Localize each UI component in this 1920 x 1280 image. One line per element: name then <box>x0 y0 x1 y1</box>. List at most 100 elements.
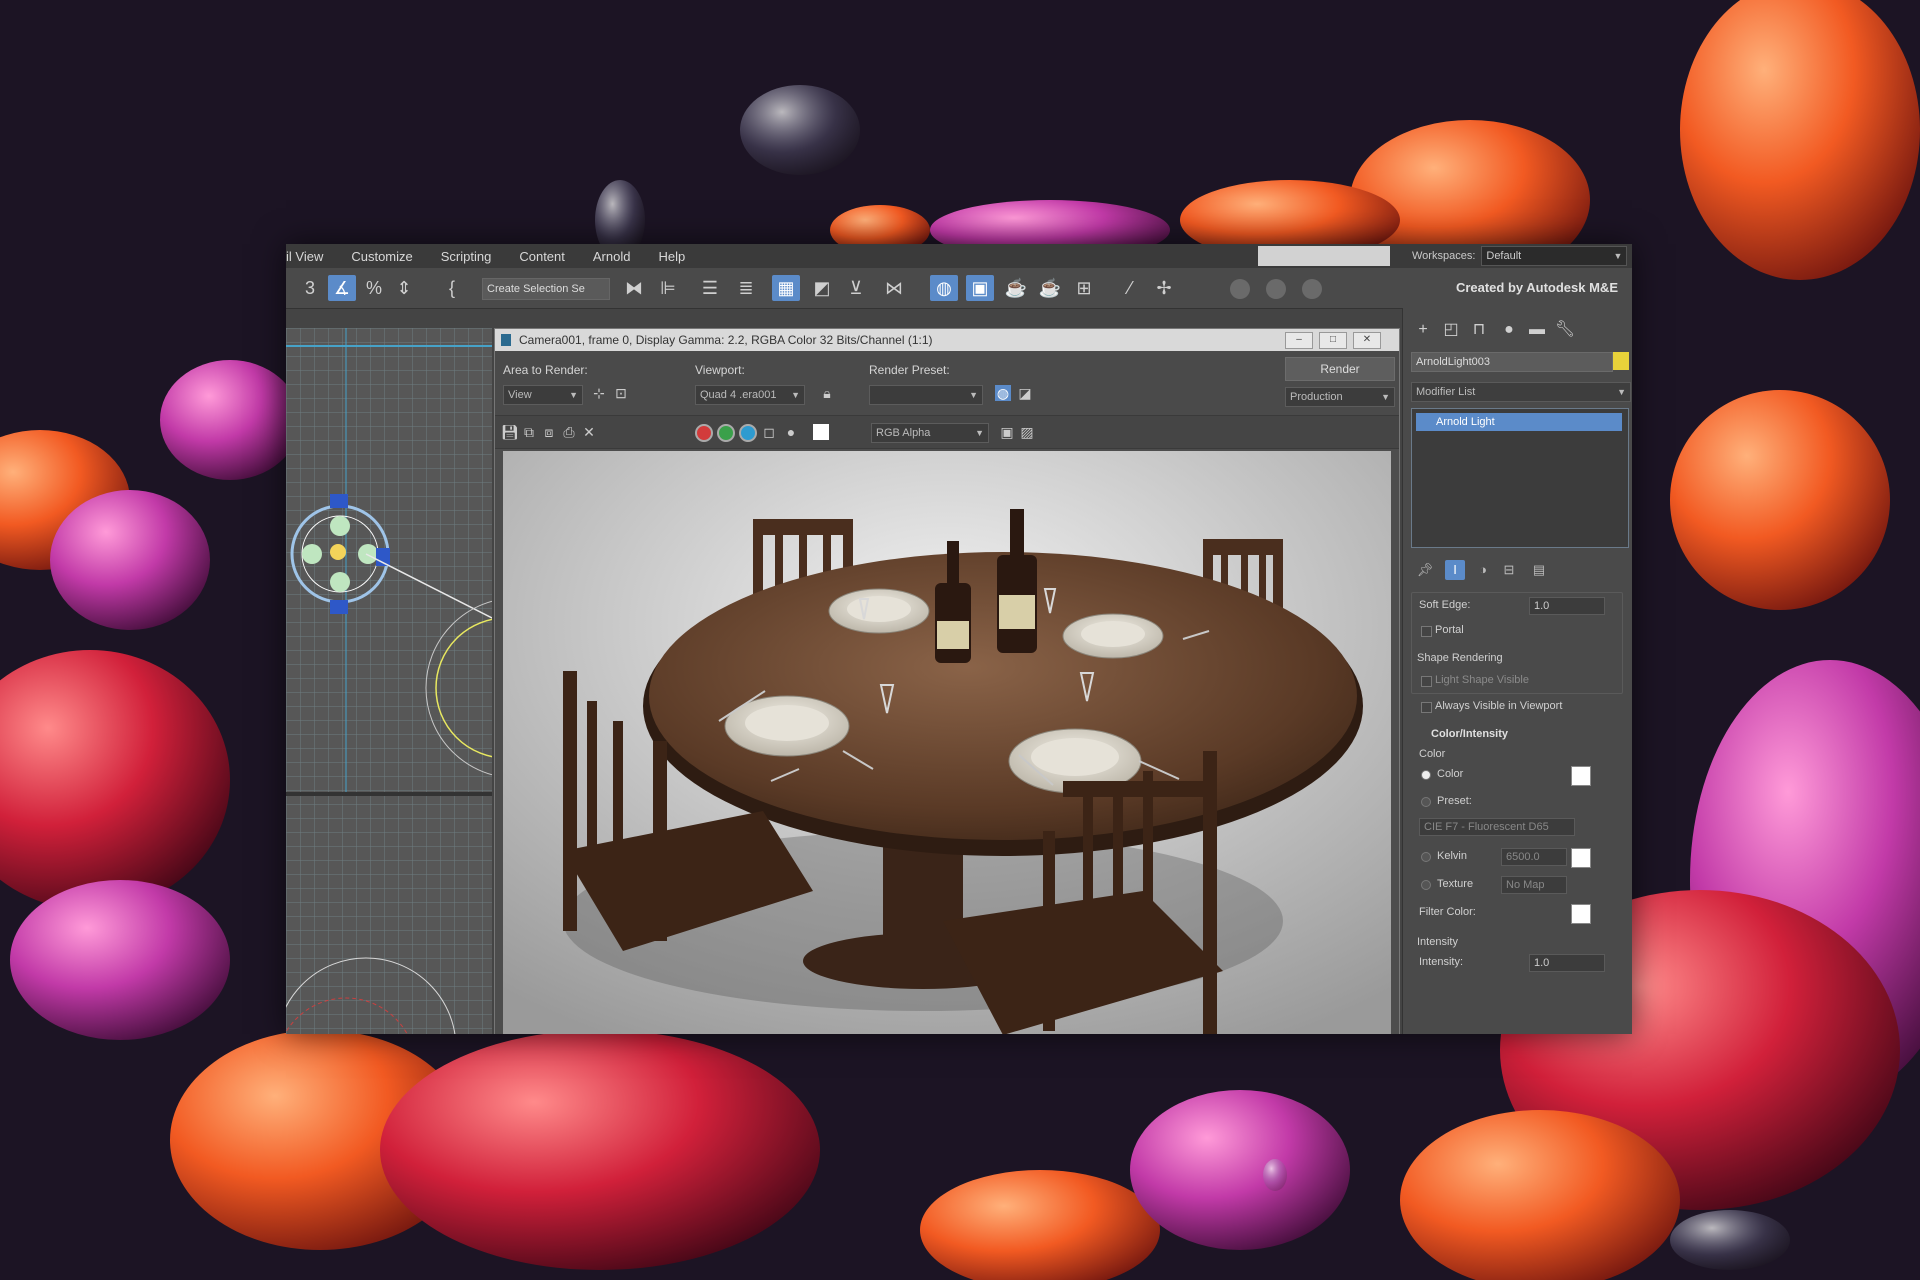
auto-region-icon[interactable]: ⊡ <box>613 385 629 401</box>
texture-option-label: Texture <box>1437 878 1474 890</box>
menu-arnold[interactable]: Arnold <box>579 249 645 264</box>
alpha-channel-icon[interactable]: ◻ <box>761 424 777 440</box>
clear-icon[interactable]: ✕ <box>581 424 597 440</box>
stack-item-arnold-light[interactable]: Arnold Light <box>1416 413 1622 431</box>
configure-sets-icon[interactable]: ▤ <box>1529 560 1549 580</box>
environment-icon[interactable]: ◪ <box>1017 385 1033 401</box>
save-icon[interactable]: 💾︎ <box>501 424 519 440</box>
print-icon[interactable]: ⎙ <box>561 424 577 440</box>
texture-radio[interactable] <box>1421 880 1431 890</box>
preset-radio[interactable] <box>1421 797 1431 807</box>
show-end-result-icon[interactable]: I <box>1445 560 1465 580</box>
filter-color-swatch[interactable] <box>1571 904 1591 924</box>
curve-editor-icon[interactable]: ◩ <box>808 275 836 301</box>
render-button[interactable]: Render <box>1285 357 1395 381</box>
scene-explorer-icon[interactable]: ☰ <box>696 275 724 301</box>
menu-scripting[interactable]: Scripting <box>427 249 506 264</box>
lock-icon[interactable]: 🔒︎ <box>819 385 835 401</box>
disabled-tool-icon <box>1302 279 1322 299</box>
render-settings-bar: Area to Render: View ▼ ⊹ ⊡ Viewport: Qua… <box>495 351 1399 415</box>
selection-set-dropdown[interactable]: Create Selection Se <box>482 278 610 300</box>
close-button[interactable]: ✕ <box>1353 332 1381 349</box>
color-swatch[interactable] <box>1571 766 1591 786</box>
production-dropdown[interactable]: Production ▼ <box>1285 387 1395 407</box>
red-channel-icon[interactable] <box>695 424 713 442</box>
menu-view[interactable]: il View <box>286 249 337 264</box>
green-channel-icon[interactable] <box>717 424 735 442</box>
motion-tab-icon[interactable]: ● <box>1497 318 1521 342</box>
texture-value: No Map <box>1506 879 1545 891</box>
channel-dropdown[interactable]: RGB Alpha ▼ <box>871 423 989 443</box>
angle-snap-icon[interactable]: ∡ <box>328 275 356 301</box>
light-shape-visible-label: Light Shape Visible <box>1435 674 1529 686</box>
menu-help[interactable]: Help <box>644 249 699 264</box>
always-visible-checkbox[interactable] <box>1421 702 1432 713</box>
area-to-render-dropdown[interactable]: View ▼ <box>503 385 583 405</box>
kelvin-radio[interactable] <box>1421 852 1431 862</box>
soft-edge-spinner[interactable]: 1.0 <box>1529 597 1605 615</box>
render-setup-icon[interactable]: ▣ <box>966 275 994 301</box>
portal-checkbox[interactable] <box>1421 626 1432 637</box>
search-box[interactable] <box>1258 246 1390 266</box>
white-swatch-icon[interactable] <box>813 424 829 440</box>
hierarchy-tab-icon[interactable]: ⊓ <box>1467 318 1491 342</box>
spinner-snap-icon[interactable]: ⇕ <box>390 275 418 301</box>
chevron-down-icon: ▼ <box>969 390 978 400</box>
ribbon-icon[interactable]: ▦ <box>772 275 800 301</box>
menu-customize[interactable]: Customize <box>337 249 426 264</box>
make-unique-icon[interactable]: ◑ <box>1473 560 1493 580</box>
render-preset-dropdown[interactable]: ▼ <box>869 385 983 405</box>
texture-map-button[interactable]: No Map <box>1501 876 1567 894</box>
object-name-field[interactable]: ArnoldLight003 <box>1411 352 1613 372</box>
layer-explorer-icon[interactable]: ≣ <box>732 275 760 301</box>
link-icon[interactable]: ⁄ <box>1116 275 1144 301</box>
edit-region-icon[interactable]: ⊹ <box>591 385 607 401</box>
render-window-titlebar[interactable]: Camera001, frame 0, Display Gamma: 2.2, … <box>495 329 1399 351</box>
modify-tab-icon[interactable]: ◰ <box>1439 318 1463 342</box>
utilities-tab-icon[interactable]: 🔧︎ <box>1553 318 1577 342</box>
monochrome-icon[interactable]: ● <box>783 424 799 440</box>
percent-snap-icon[interactable]: % <box>360 275 388 301</box>
viewport-value: Quad 4 .era001 <box>700 389 777 401</box>
color-intensity-header[interactable]: Color/Intensity <box>1431 728 1508 740</box>
maximize-button[interactable]: □ <box>1319 332 1347 349</box>
display-tab-icon[interactable]: ▬ <box>1525 318 1549 342</box>
minimize-button[interactable]: – <box>1285 332 1313 349</box>
toggle-ui-icon[interactable]: ▣ <box>999 424 1015 440</box>
schematic-view-icon[interactable]: ⋈ <box>880 275 908 301</box>
light-shape-visible-checkbox[interactable] <box>1421 676 1432 687</box>
blue-channel-icon[interactable] <box>739 424 757 442</box>
viewport-dropdown[interactable]: Quad 4 .era001 ▼ <box>695 385 805 405</box>
kelvin-swatch[interactable] <box>1571 848 1591 868</box>
image-icon[interactable]: ▨ <box>1019 424 1035 440</box>
create-tab-icon[interactable]: + <box>1411 318 1435 342</box>
object-name-value: ArnoldLight003 <box>1416 356 1491 368</box>
modifier-list-dropdown[interactable]: Modifier List ▼ <box>1411 382 1631 402</box>
menu-content[interactable]: Content <box>505 249 579 264</box>
render-grid-icon[interactable]: ⊞ <box>1070 275 1098 301</box>
move-icon[interactable]: ✢ <box>1150 275 1178 301</box>
top-viewport[interactable] <box>286 328 492 1034</box>
dope-sheet-icon[interactable]: ⊻ <box>842 275 870 301</box>
app-window: il View Customize Scripting Content Arno… <box>286 244 1632 1034</box>
filter-color-label: Filter Color: <box>1419 906 1476 918</box>
intensity-spinner[interactable]: 1.0 <box>1529 954 1605 972</box>
kelvin-spinner[interactable]: 6500.0 <box>1501 848 1567 866</box>
preset-dropdown[interactable]: CIE F7 - Fluorescent D65 <box>1419 818 1575 836</box>
pin-stack-icon[interactable]: 📌︎ <box>1415 560 1435 580</box>
object-color-swatch[interactable] <box>1613 352 1629 370</box>
render-production-icon[interactable]: ☕ <box>1036 275 1064 301</box>
align-icon[interactable]: ⊫ <box>654 275 682 301</box>
material-editor-icon[interactable]: ◍ <box>930 275 958 301</box>
remove-modifier-icon[interactable]: ⊟ <box>1499 560 1519 580</box>
color-radio[interactable] <box>1421 770 1431 780</box>
workspace-dropdown[interactable]: Default ▼ <box>1481 246 1628 266</box>
mirror-icon[interactable]: ⧓ <box>620 275 648 301</box>
render-setup-icon[interactable]: ◍ <box>995 385 1011 401</box>
render-teapot-icon[interactable]: ☕ <box>1002 275 1030 301</box>
edit-named-selection-icon[interactable]: { <box>438 275 466 301</box>
snap-3d-icon[interactable]: 3 <box>296 275 324 301</box>
intensity-value: 1.0 <box>1534 957 1550 969</box>
copy-icon[interactable]: ⧉ <box>521 424 537 440</box>
clone-icon[interactable]: ⧈ <box>541 424 557 440</box>
